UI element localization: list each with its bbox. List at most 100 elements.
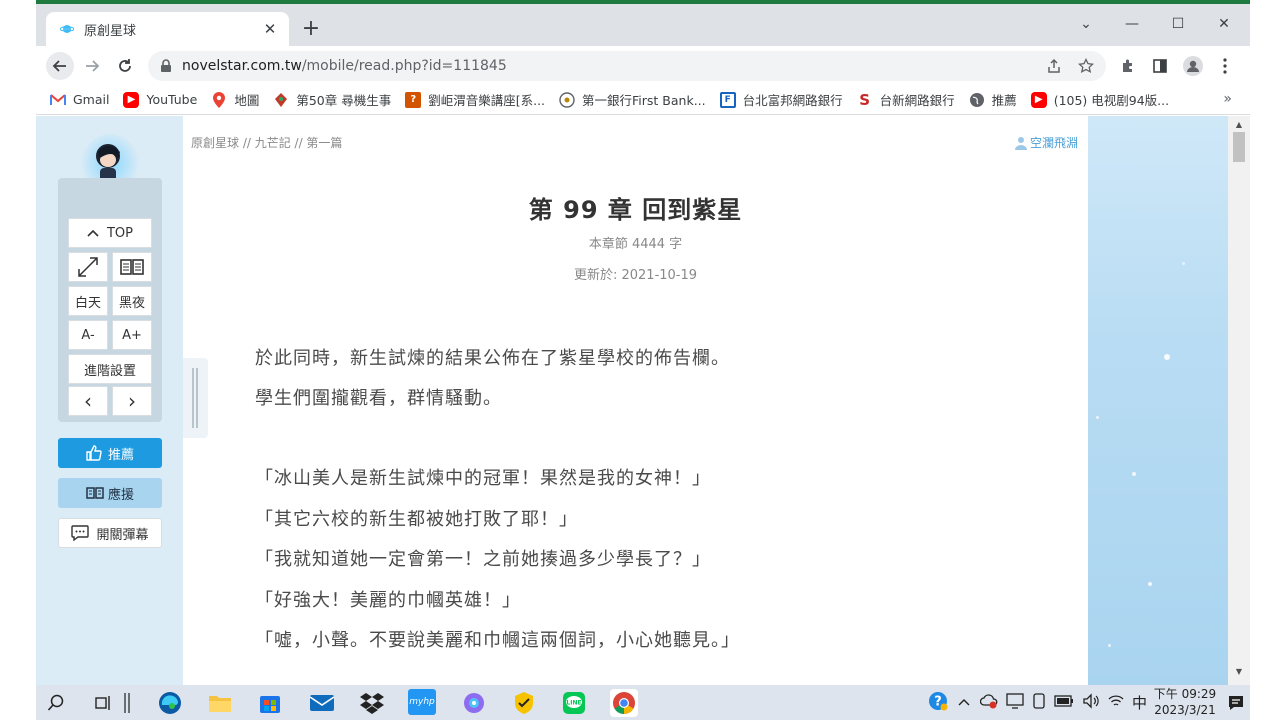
bookmark-item[interactable]: 第50章 尋機生事 [273, 90, 391, 109]
youtube-icon: ▶ [123, 91, 140, 108]
recommend-label: 推薦 [107, 447, 134, 463]
next-chapter-button[interactable]: › [112, 386, 152, 416]
bookmarks-bar: Gmail ▶ YouTube 地圖 第50章 尋機生事 ? 劉岠渭音樂講座[系… [36, 85, 1250, 115]
clock-date: 2023/3/21 [1154, 703, 1216, 717]
bookmark-item[interactable]: ? 劉岠渭音樂講座[系... [405, 90, 545, 109]
back-button[interactable] [46, 52, 74, 80]
close-window-button[interactable]: ✕ [1201, 10, 1247, 38]
bookmark-label: 台新網路銀行 [879, 93, 955, 108]
myhp-icon[interactable]: myhp [408, 689, 436, 715]
chevron-up-icon[interactable] [958, 695, 970, 710]
maximize-button[interactable]: ☐ [1155, 10, 1201, 38]
address-bar[interactable]: novelstar.com.tw/mobile/read.php?id=1118… [148, 51, 1106, 81]
page-scrollbar[interactable]: ▲ ▼ [1228, 116, 1250, 685]
font-larger-button[interactable]: A+ [112, 320, 152, 350]
bookmark-label: 第50章 尋機生事 [296, 93, 392, 108]
tab-title: 原創星球 [84, 23, 137, 39]
side-panel-icon[interactable] [1146, 52, 1174, 80]
book-icon [86, 487, 104, 499]
more-bookmarks-icon[interactable]: » [1223, 91, 1232, 107]
danmaku-toggle-button[interactable]: 開關彈幕 [58, 518, 162, 548]
chrome-icon[interactable] [610, 689, 638, 717]
share-icon[interactable] [1040, 51, 1068, 81]
search-icon[interactable] [42, 689, 70, 717]
bookmark-item[interactable]: 推薦 [969, 90, 1017, 109]
edge-browser-icon[interactable] [156, 689, 184, 717]
system-clock[interactable]: 下午 09:29 2023/3/21 [1152, 686, 1218, 718]
bookmark-item[interactable]: 地圖 [211, 90, 259, 109]
scrollbar-thumb[interactable] [1233, 132, 1245, 162]
prev-chapter-button[interactable]: ‹ [68, 386, 108, 416]
forward-button[interactable] [78, 52, 106, 80]
profile-avatar-icon[interactable] [1179, 52, 1207, 80]
new-tab-button[interactable]: + [300, 18, 322, 40]
minimize-button[interactable]: — [1109, 10, 1155, 38]
author-link[interactable]: 空瀾飛淵 [1014, 134, 1078, 151]
bookmark-item[interactable]: S 台新網路銀行 [856, 90, 955, 109]
fullscreen-button[interactable] [68, 252, 108, 282]
open-book-icon [120, 259, 144, 275]
url-path: /mobile/read.php?id=111845 [301, 58, 507, 74]
scroll-top-button[interactable]: TOP [68, 218, 152, 248]
extensions-icon[interactable] [1114, 52, 1142, 80]
battery-icon[interactable] [1054, 694, 1074, 711]
advanced-settings-button[interactable]: 進階設置 [68, 354, 152, 384]
cloud-status-icon[interactable] [979, 693, 998, 713]
bookmark-label: 推薦 [991, 93, 1017, 108]
bookmark-label: 地圖 [234, 93, 260, 108]
bank-icon [559, 91, 575, 108]
bookmark-item[interactable]: ▶ YouTube [123, 91, 198, 108]
microsoft-store-icon[interactable] [256, 689, 284, 717]
scroll-down-arrow[interactable]: ▼ [1228, 665, 1250, 679]
night-mode-button[interactable]: 黑夜 [112, 286, 152, 316]
screen: 原創星球 ✕ + ⌄ — ☐ ✕ novelstar.com.tw/mobile… [0, 0, 1280, 720]
kebab-menu-icon[interactable] [1211, 52, 1239, 80]
notification-icon[interactable] [1222, 689, 1250, 717]
paragraph: 於此同時，新生試煉的結果公佈在了紫星學校的佈告欄。 [255, 348, 730, 369]
recommend-button[interactable]: 推薦 [58, 438, 162, 468]
tab-bar: 原創星球 ✕ + ⌄ — ☐ ✕ [36, 4, 1250, 46]
reload-button[interactable] [111, 52, 139, 80]
speaker-icon[interactable] [1082, 692, 1100, 713]
breadcrumb[interactable]: 原創星球 // 九芒記 // 第一篇 [191, 134, 342, 151]
support-button[interactable]: 應援 [58, 478, 162, 508]
dropbox-icon[interactable] [358, 689, 386, 717]
close-tab-icon[interactable]: ✕ [261, 20, 279, 38]
tab-search-button[interactable]: ⌄ [1063, 10, 1109, 38]
file-explorer-icon[interactable] [206, 689, 234, 717]
update-date: 更新於: 2021-10-19 [573, 268, 698, 283]
chapter-reader: 原創星球 // 九芒記 // 第一篇 空瀾飛淵 第 99 章 回到紫星 本章節 … [183, 116, 1088, 685]
wifi-icon[interactable] [1108, 694, 1124, 712]
reading-mode-button[interactable] [112, 252, 152, 282]
bookmark-item[interactable]: 第一銀行First Bank... [559, 90, 706, 109]
display-icon[interactable] [1006, 692, 1024, 713]
day-mode-button[interactable]: 白天 [68, 286, 108, 316]
copilot-icon[interactable] [460, 689, 488, 717]
bookmark-label: Gmail [73, 92, 110, 107]
tab-novelstar[interactable]: 原創星球 ✕ [46, 12, 289, 46]
globe-icon [969, 92, 985, 108]
font-smaller-button[interactable]: A- [68, 320, 108, 350]
taskbar: myhp LINE ? 中 下午 09:29 2023/3/21 [36, 685, 1250, 720]
lock-icon [161, 59, 171, 72]
task-view-icon[interactable] [88, 689, 116, 717]
paragraph: 學生們圍攏觀看，群情騷動。 [255, 388, 502, 409]
bookmark-item[interactable]: F 台北富邦網路銀行 [719, 90, 843, 109]
line-app-icon[interactable]: LINE [560, 689, 588, 717]
ime-indicator[interactable]: 中 [1132, 692, 1147, 713]
bookmark-label: 劉岠渭音樂講座[系... [428, 93, 546, 108]
paragraph: 「其它六校的新生都被她打敗了耶！」 [255, 509, 578, 530]
chapter-title: 第 99 章 回到紫星 [528, 196, 743, 224]
bookmark-label: YouTube [146, 92, 198, 107]
device-icon[interactable] [1032, 692, 1046, 713]
scroll-up-arrow[interactable]: ▲ [1228, 118, 1250, 132]
mail-icon[interactable] [308, 689, 336, 717]
bookmark-item[interactable]: Gmail [50, 92, 109, 108]
bookmark-star-icon[interactable] [1072, 51, 1100, 81]
bookmark-item[interactable]: ▶ (105) 电视剧94版... [1030, 90, 1169, 109]
taishin-icon: S [856, 91, 873, 109]
help-icon[interactable]: ? [928, 691, 948, 715]
sidebar-collapse-handle[interactable] [183, 358, 208, 438]
fubon-icon: F [719, 91, 736, 108]
norton-icon[interactable] [510, 689, 538, 717]
